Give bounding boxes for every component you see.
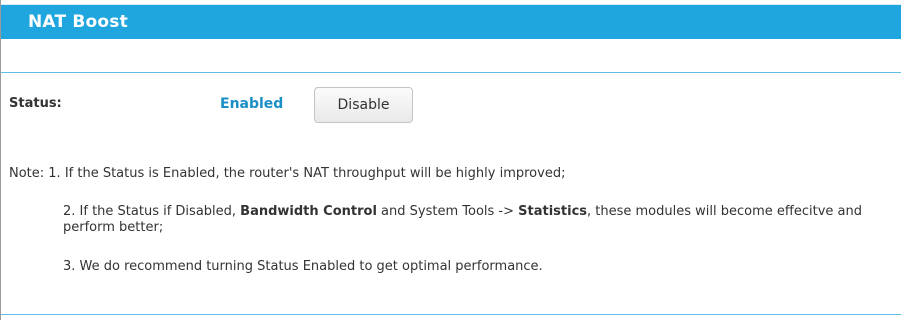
top-divider <box>1 72 901 73</box>
bandwidth-control-text: Bandwidth Control <box>240 204 377 219</box>
note-line-2-text-2: and System Tools -> <box>376 204 519 219</box>
note-line-2-text-1: 2. If the Status if Disabled, <box>63 204 241 219</box>
disable-button[interactable]: Disable <box>314 87 413 123</box>
note-line-3: 3. We do recommend turning Status Enable… <box>63 259 543 274</box>
note-line-2: 2. If the Status if Disabled, Bandwidth … <box>63 204 899 236</box>
bottom-divider <box>1 314 901 315</box>
nat-boost-panel: NAT Boost Status: Enabled Disable Note: … <box>0 0 901 320</box>
header-bar: NAT Boost <box>1 4 901 39</box>
note-line-1: Note: 1. If the Status is Enabled, the r… <box>9 166 566 181</box>
status-label: Status: <box>9 96 62 111</box>
statistics-text: Statistics <box>518 204 588 219</box>
page-title: NAT Boost <box>28 12 128 32</box>
status-value: Enabled <box>220 96 284 112</box>
